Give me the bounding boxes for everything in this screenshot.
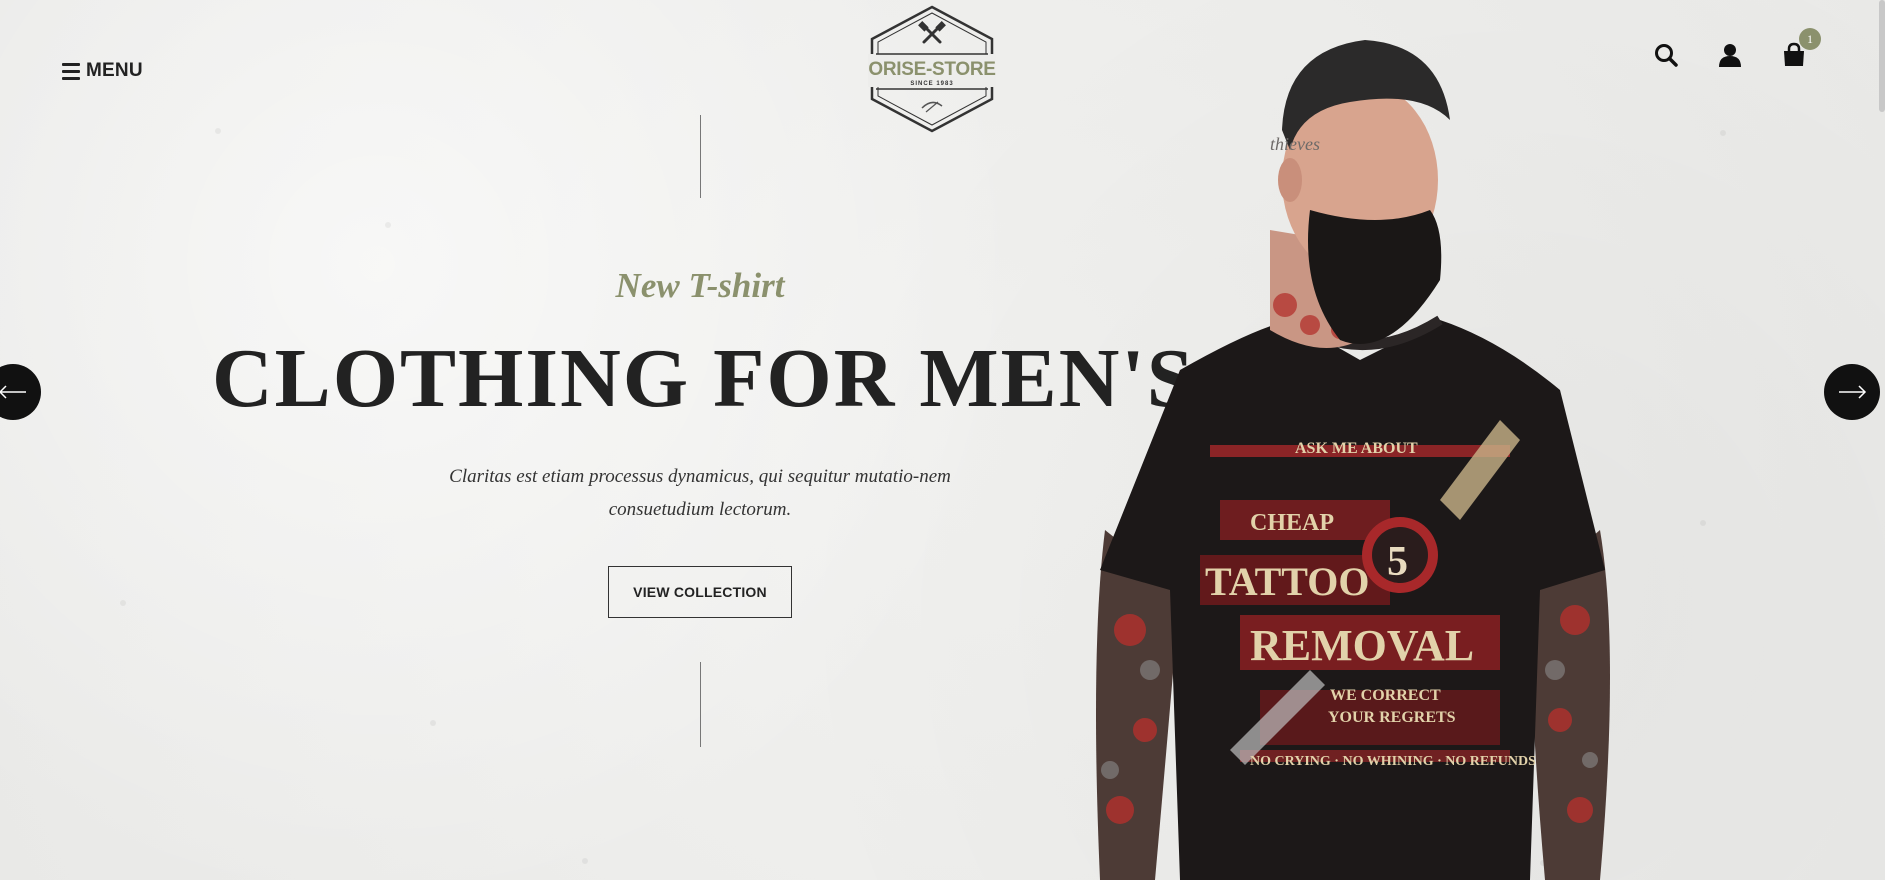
- cart-count-badge: 1: [1799, 28, 1821, 50]
- svg-text:REMOVAL: REMOVAL: [1250, 621, 1474, 670]
- svg-text:CHEAP: CHEAP: [1250, 510, 1334, 536]
- texture-speck: [215, 128, 221, 134]
- header-actions: 1: [1653, 28, 1821, 68]
- svg-text:5: 5: [1387, 539, 1408, 585]
- texture-speck: [1720, 130, 1726, 136]
- hamburger-icon: [62, 62, 80, 80]
- hero-model-image: ASK ME ABOUT CHEAP TATTOO 5 REMOVAL WE C…: [1060, 30, 1650, 880]
- svg-text:ASK ME ABOUT: ASK ME ABOUT: [1295, 440, 1418, 457]
- view-collection-button[interactable]: VIEW COLLECTION: [608, 566, 792, 618]
- svg-text:TATTOO: TATTOO: [1205, 559, 1370, 604]
- logo-brand-text: ORISE-STORE: [868, 59, 996, 80]
- texture-speck: [120, 600, 126, 606]
- texture-speck: [1700, 520, 1706, 526]
- hero-title: CLOTHING FOR MEN'S: [212, 332, 1196, 425]
- menu-label: MENU: [86, 60, 143, 81]
- divider-line-top: [700, 115, 701, 198]
- store-logo[interactable]: ORISE-STORE SINCE 1983: [864, 4, 1000, 134]
- shopping-bag-icon[interactable]: 1: [1781, 28, 1821, 68]
- divider-line-bottom: [700, 662, 701, 747]
- svg-text:thieves: thieves: [1270, 134, 1320, 154]
- arrow-right-icon: [1839, 385, 1867, 399]
- hero-description: Claritas est etiam processus dynamicus, …: [449, 466, 951, 520]
- svg-text:NO CRYING · NO WHINING · NO RE: NO CRYING · NO WHINING · NO REFUNDS: [1250, 754, 1536, 769]
- search-icon[interactable]: [1653, 42, 1679, 68]
- texture-speck: [430, 720, 436, 726]
- svg-text:WE CORRECT: WE CORRECT: [1330, 687, 1441, 704]
- texture-speck: [582, 858, 588, 864]
- texture-speck: [385, 222, 391, 228]
- menu-toggle-button[interactable]: MENU: [62, 60, 143, 82]
- arrow-left-icon: [0, 385, 26, 399]
- svg-text:YOUR REGRETS: YOUR REGRETS: [1328, 709, 1456, 726]
- slider-prev-button[interactable]: [0, 364, 41, 420]
- slider-next-button[interactable]: [1824, 364, 1880, 420]
- logo-tagline: SINCE 1983: [910, 81, 954, 87]
- page-scrollbar[interactable]: [1879, 0, 1885, 112]
- user-icon[interactable]: [1717, 42, 1743, 68]
